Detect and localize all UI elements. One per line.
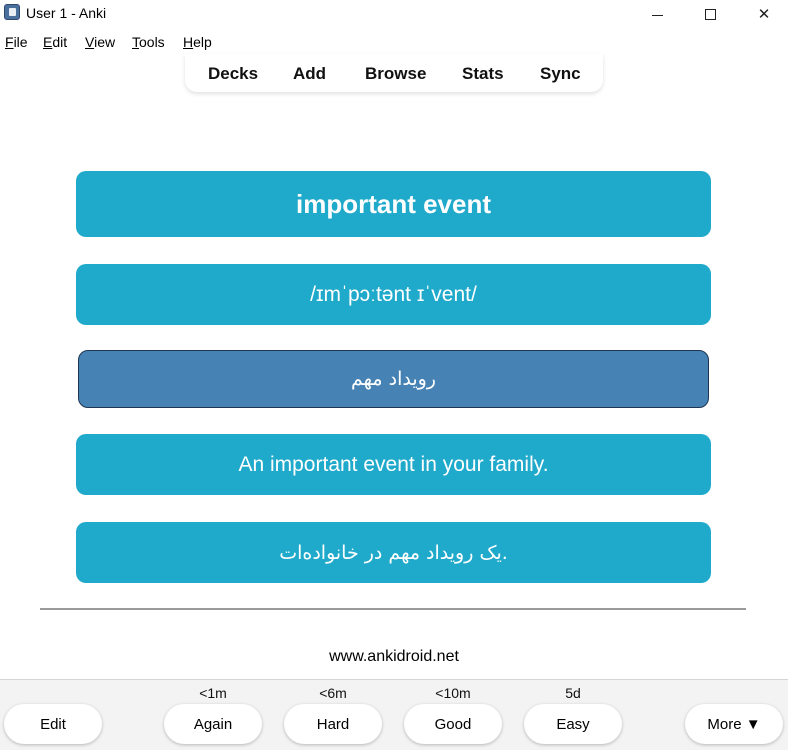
toolbar-add-link[interactable]: Add (293, 64, 326, 84)
again-interval: <1m (199, 685, 227, 701)
close-icon: ✕ (757, 5, 771, 23)
site-url-text: www.ankidroid.net (329, 648, 459, 665)
more-button[interactable]: More ▼ (685, 704, 783, 744)
toolbar-decks-link[interactable]: Decks (208, 64, 258, 84)
menu-help[interactable]: Help (183, 34, 212, 50)
good-interval: <10m (435, 685, 471, 701)
menu-tools[interactable]: Tools (132, 34, 165, 50)
easy-button[interactable]: Easy (524, 704, 622, 744)
card-word: important event (76, 171, 711, 237)
minimize-icon (651, 14, 663, 16)
maximize-button[interactable] (687, 0, 733, 28)
minimize-button[interactable] (634, 0, 680, 28)
menu-view[interactable]: View (85, 34, 115, 50)
card-translation: رویداد مهم (78, 350, 709, 408)
toolbar-sync-link[interactable]: Sync (540, 64, 581, 84)
card-example-translation: .یک رویداد مهم در خانواده‌ات (76, 522, 711, 583)
close-button[interactable]: ✕ (741, 0, 787, 28)
card-example: An important event in your family. (76, 434, 711, 495)
answer-bar: <1m <6m <10m 5d Edit Again Hard Good Eas… (0, 679, 788, 750)
edit-button[interactable]: Edit (4, 704, 102, 744)
maximize-icon (704, 8, 716, 20)
menu-bar: File Edit View Tools Help (0, 30, 788, 52)
hard-interval: <6m (319, 685, 347, 701)
again-button[interactable]: Again (164, 704, 262, 744)
toolbar-browse-link[interactable]: Browse (365, 64, 426, 84)
toolbar-stats-link[interactable]: Stats (462, 64, 504, 84)
anki-app-icon (4, 4, 20, 20)
window-title: User 1 - Anki (26, 5, 107, 21)
menu-edit[interactable]: Edit (43, 34, 67, 50)
menu-file[interactable]: File (5, 34, 28, 50)
easy-interval: 5d (565, 685, 581, 701)
card-phonetic: /ɪmˈpɔːtənt ɪˈvent/ (76, 264, 711, 325)
card-divider (40, 608, 746, 610)
good-button[interactable]: Good (404, 704, 502, 744)
hard-button[interactable]: Hard (284, 704, 382, 744)
main-toolbar: Decks Add Browse Stats Sync (185, 54, 603, 92)
title-bar: User 1 - Anki ✕ (0, 0, 788, 28)
